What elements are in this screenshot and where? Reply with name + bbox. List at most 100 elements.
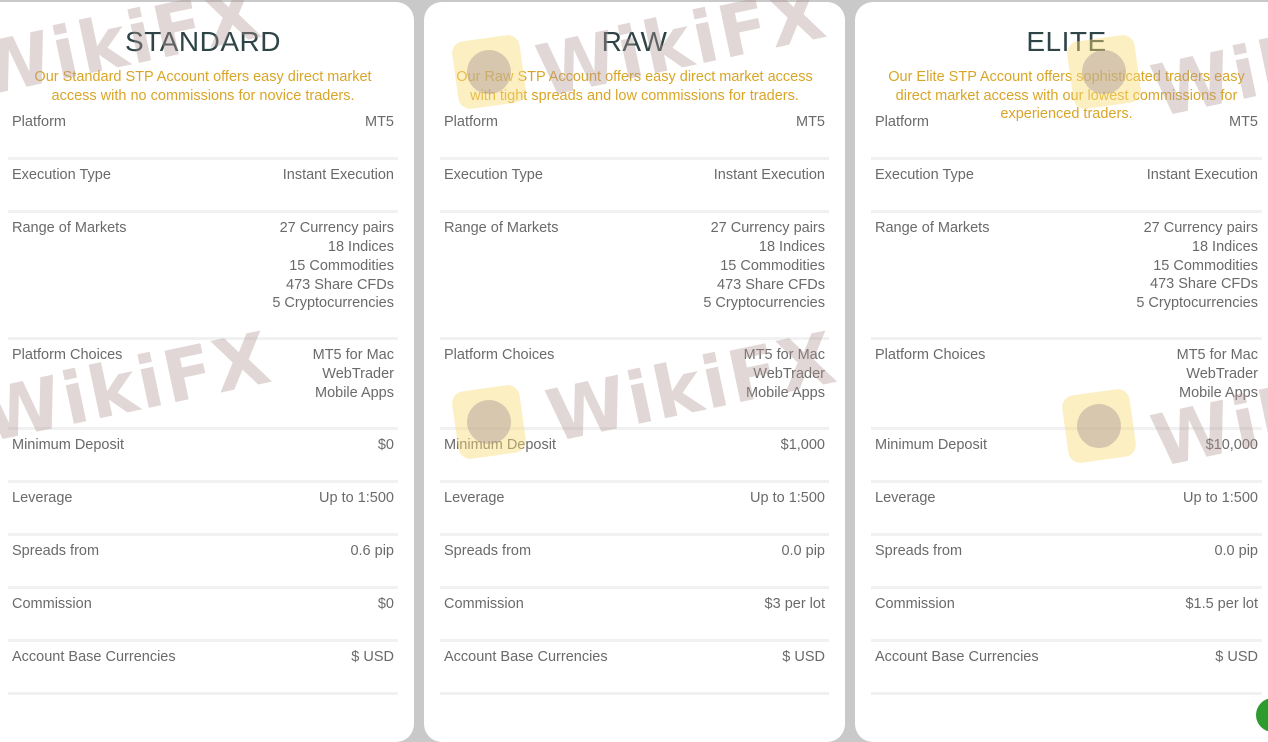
spec-value: Mobile Apps (315, 384, 394, 401)
spec-row-range-of-markets: Range of Markets 27 Currency pairs 18 In… (871, 213, 1262, 341)
spec-label: Execution Type (444, 167, 543, 184)
spec-label: Platform Choices (12, 347, 123, 364)
spec-label: Account Base Currencies (12, 649, 176, 666)
spec-row-execution-type: Execution Type Instant Execution (440, 160, 829, 214)
spec-value: Mobile Apps (746, 384, 825, 401)
spec-row-platform: Platform MT5 (8, 107, 398, 161)
spec-value: MT5 for Mac (1176, 347, 1258, 364)
spec-label: Leverage (12, 490, 73, 507)
spec-row-minimum-deposit: Minimum Deposit $10,000 (871, 430, 1262, 484)
spec-value: $0 (377, 596, 394, 613)
spec-table: Platform MT5 Execution Type Instant Exec… (8, 107, 398, 696)
spec-value-list: 27 Currency pairs 18 Indices 15 Commodit… (703, 219, 825, 313)
account-card-raw: RAW Our Raw STP Account offers easy dire… (424, 2, 845, 742)
spec-row-range-of-markets: Range of Markets 27 Currency pairs 18 In… (440, 213, 829, 341)
spec-row-commission: Commission $0 (8, 589, 398, 643)
spec-label: Platform Choices (444, 347, 555, 364)
spec-value: $1,000 (780, 437, 825, 454)
spec-value: $3 per lot (764, 596, 825, 613)
spec-label: Spreads from (875, 543, 963, 560)
spec-value: 5 Cryptocurrencies (272, 295, 394, 312)
spec-value: MT5 for Mac (312, 347, 394, 364)
spec-row-minimum-deposit: Minimum Deposit $1,000 (440, 430, 829, 484)
account-comparison: STANDARD Our Standard STP Account offers… (0, 0, 1268, 742)
spec-row-execution-type: Execution Type Instant Execution (871, 160, 1262, 214)
spec-row-account-base-currencies: Account Base Currencies $ USD (871, 642, 1262, 696)
spec-label: Commission (444, 596, 524, 613)
spec-value-list: MT5 for Mac WebTrader Mobile Apps (313, 346, 394, 402)
card-title: STANDARD (125, 26, 281, 57)
spec-value-list: MT5 for Mac WebTrader Mobile Apps (1177, 346, 1258, 402)
spec-value: $ USD (1215, 649, 1258, 666)
spec-value-list: 27 Currency pairs 18 Indices 15 Commodit… (1136, 219, 1258, 313)
spec-row-commission: Commission $3 per lot (440, 589, 829, 643)
spec-value: Instant Execution (713, 167, 825, 184)
spec-value: 18 Indices (758, 239, 825, 256)
spec-value: Up to 1:500 (750, 490, 825, 507)
spec-row-execution-type: Execution Type Instant Execution (8, 160, 398, 214)
spec-label: Account Base Currencies (444, 649, 608, 666)
spec-label: Platform (444, 114, 498, 131)
spec-label: Platform (875, 114, 929, 131)
spec-row-commission: Commission $1.5 per lot (871, 589, 1262, 643)
spec-row-spreads-from: Spreads from 0.0 pip (871, 536, 1262, 590)
spec-label: Minimum Deposit (875, 437, 987, 454)
spec-label: Commission (875, 596, 955, 613)
spec-row-minimum-deposit: Minimum Deposit $0 (8, 430, 398, 484)
spec-value: WebTrader (322, 366, 394, 383)
spec-label: Range of Markets (444, 220, 559, 237)
spec-label: Execution Type (875, 167, 974, 184)
spec-value: 473 Share CFDs (1150, 276, 1258, 293)
spec-row-leverage: Leverage Up to 1:500 (871, 483, 1262, 537)
spec-label: Commission (12, 596, 92, 613)
spec-label: Minimum Deposit (444, 437, 556, 454)
spec-value: 473 Share CFDs (717, 276, 825, 293)
spec-value: 27 Currency pairs (279, 220, 394, 237)
spec-value: Instant Execution (282, 167, 394, 184)
spec-value: $ USD (782, 649, 825, 666)
card-title: ELITE (1026, 26, 1107, 57)
spec-row-spreads-from: Spreads from 0.0 pip (440, 536, 829, 590)
card-title: RAW (601, 26, 668, 57)
spec-row-platform: Platform MT5 (440, 107, 829, 161)
spec-value: 18 Indices (1191, 238, 1258, 255)
spec-row-platform-choices: Platform Choices MT5 for Mac WebTrader M… (8, 340, 398, 431)
account-card-standard: STANDARD Our Standard STP Account offers… (0, 2, 414, 742)
spec-value: 5 Cryptocurrencies (703, 295, 825, 312)
spec-value: Up to 1:500 (1183, 490, 1258, 507)
spec-value: $0 (377, 437, 394, 454)
spec-value: WebTrader (753, 366, 825, 383)
spec-value: Instant Execution (1146, 167, 1258, 184)
spec-value: $10,000 (1205, 437, 1258, 454)
spec-label: Platform Choices (875, 347, 986, 364)
spec-row-leverage: Leverage Up to 1:500 (440, 483, 829, 537)
spec-value: 18 Indices (327, 239, 394, 256)
spec-value: 473 Share CFDs (286, 276, 394, 293)
spec-label: Leverage (444, 490, 505, 507)
spec-label: Minimum Deposit (12, 437, 124, 454)
card-description: Our Standard STP Account offers easy dir… (34, 69, 372, 104)
spec-row-platform-choices: Platform Choices MT5 for Mac WebTrader M… (440, 340, 829, 431)
spec-value: WebTrader (1186, 365, 1258, 382)
spec-value: 0.0 pip (781, 543, 825, 560)
account-card-elite: ELITE Our Elite STP Account offers sophi… (855, 2, 1268, 742)
spec-row-account-base-currencies: Account Base Currencies $ USD (440, 642, 829, 696)
spec-value: 5 Cryptocurrencies (1136, 294, 1258, 311)
spec-row-range-of-markets: Range of Markets 27 Currency pairs 18 In… (8, 213, 398, 341)
spec-value-list: 27 Currency pairs 18 Indices 15 Commodit… (272, 219, 394, 313)
spec-label: Leverage (875, 490, 936, 507)
spec-value: MT5 for Mac (743, 347, 825, 364)
spec-value: 15 Commodities (1153, 257, 1258, 274)
spec-value: MT5 (796, 114, 825, 131)
spec-row-account-base-currencies: Account Base Currencies $ USD (8, 642, 398, 696)
spec-table: Platform MT5 Execution Type Instant Exec… (440, 107, 829, 696)
spec-label: Platform (12, 114, 66, 131)
spec-value: $1.5 per lot (1185, 596, 1258, 613)
spec-value: 15 Commodities (289, 257, 394, 274)
spec-value: MT5 (365, 114, 394, 131)
spec-label: Spreads from (444, 543, 532, 560)
spec-label: Spreads from (12, 543, 100, 560)
spec-label: Account Base Currencies (875, 649, 1039, 666)
spec-value: 0.0 pip (1214, 543, 1258, 560)
spec-value: $ USD (351, 649, 394, 666)
